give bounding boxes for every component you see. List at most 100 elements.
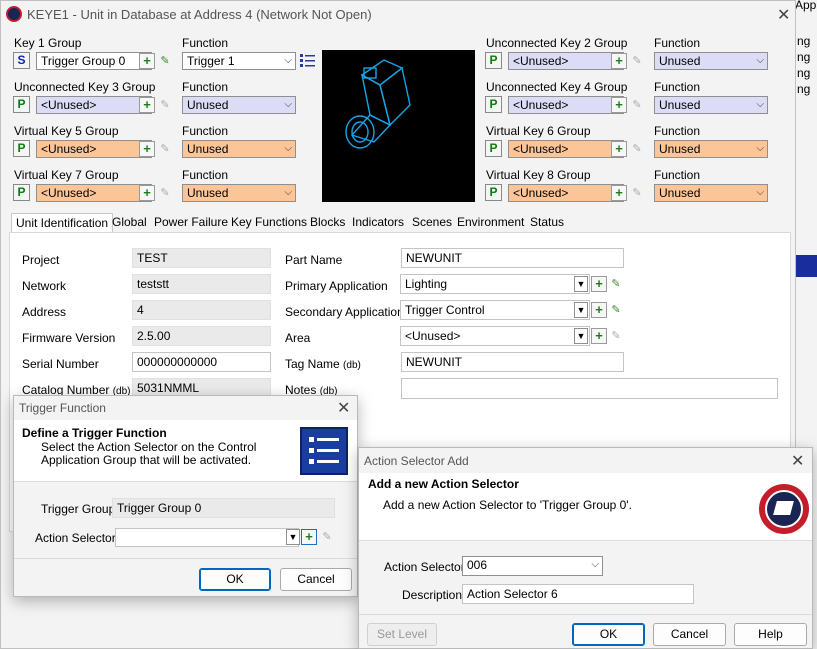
ident-edit-icon[interactable]: ✎ xyxy=(608,302,624,318)
tab-item[interactable]: Key Functions xyxy=(227,213,311,233)
key-group-edit-icon[interactable]: ✎ xyxy=(157,185,173,201)
ident-add-button[interactable]: + xyxy=(591,302,607,318)
key-group-value: <Unused> xyxy=(513,142,569,156)
key-group-add-button[interactable]: + xyxy=(139,97,155,113)
key-group-add-button[interactable]: + xyxy=(611,185,627,201)
key-group-edit-icon[interactable]: ✎ xyxy=(157,141,173,157)
key-group-edit-icon[interactable]: ✎ xyxy=(157,53,173,69)
ident-input[interactable]: NEWUNIT xyxy=(401,352,624,372)
action-selector-add-button[interactable]: + xyxy=(301,529,317,545)
key-type-button[interactable]: P xyxy=(485,140,502,157)
key-function-label: Function xyxy=(182,124,229,138)
key-type-button[interactable]: P xyxy=(13,96,30,113)
ident-field-label: Primary Application xyxy=(285,279,388,293)
trigger-dialog-close-icon[interactable]: ✕ xyxy=(337,398,350,418)
key-group-add-button[interactable]: + xyxy=(611,53,627,69)
main-close-icon[interactable]: ✕ xyxy=(777,5,790,25)
key-function-select[interactable]: Unused ⌵ xyxy=(654,140,768,158)
key-group-select[interactable]: <Unused>▼ xyxy=(508,52,624,70)
ident-add-button[interactable]: + xyxy=(591,276,607,292)
tab-item[interactable]: Global xyxy=(108,213,151,233)
key-function-label: Function xyxy=(654,168,701,182)
ident-field-value: teststt xyxy=(132,274,271,294)
ident-field-label: Project xyxy=(22,253,60,267)
tab-item[interactable]: Power Failure xyxy=(150,213,232,233)
tab-item[interactable]: Scenes xyxy=(408,213,456,233)
key-function-select[interactable]: Unused ⌵ xyxy=(182,140,296,158)
key-group-edit-icon[interactable]: ✎ xyxy=(157,97,173,113)
key-function-select[interactable]: Unused ⌵ xyxy=(182,96,296,114)
key-function-value: Trigger 1 xyxy=(187,54,235,68)
key-type-button[interactable]: P xyxy=(485,184,502,201)
set-level-button[interactable]: Set Level xyxy=(367,623,437,646)
ident-input[interactable]: NEWUNIT xyxy=(401,248,624,268)
key-function-select[interactable]: Unused ⌵ xyxy=(654,96,768,114)
key-group-select[interactable]: Trigger Group 0▼ xyxy=(36,52,152,70)
key-group-add-button[interactable]: + xyxy=(611,141,627,157)
key-function-value: Unused xyxy=(659,54,701,68)
tab-item[interactable]: Indicators xyxy=(348,213,408,233)
key-group-add-button[interactable]: + xyxy=(611,97,627,113)
ident-select[interactable]: <Unused> xyxy=(400,326,590,346)
action-selector-input[interactable] xyxy=(115,528,299,547)
key-group-edit-icon[interactable]: ✎ xyxy=(629,53,645,69)
key-function-select[interactable]: Unused ⌵ xyxy=(654,184,768,202)
add-dialog-close-icon[interactable]: ✕ xyxy=(791,451,804,471)
ident-select[interactable]: Trigger Control xyxy=(400,300,590,320)
key-group-add-button[interactable]: + xyxy=(139,53,155,69)
key-group-edit-icon[interactable]: ✎ xyxy=(629,141,645,157)
key-group-select[interactable]: <Unused>▼ xyxy=(508,140,624,158)
tab-item[interactable]: Blocks xyxy=(306,213,349,233)
key-group-select[interactable]: <Unused>▼ xyxy=(508,96,624,114)
action-selector-dropdown-icon[interactable]: ▼ xyxy=(286,529,300,545)
key-function-label: Function xyxy=(654,36,701,50)
key-type-button[interactable]: P xyxy=(485,96,502,113)
key-type-button[interactable]: S xyxy=(13,52,30,69)
dropdown-arrow-icon[interactable]: ▼ xyxy=(574,276,588,292)
key-function-select[interactable]: Trigger 1 ⌵ xyxy=(182,52,296,70)
key-function-label: Function xyxy=(654,80,701,94)
add-description-input[interactable]: Action Selector 6 xyxy=(462,584,694,604)
key-group-select[interactable]: <Unused>▼ xyxy=(36,140,152,158)
key-group-add-button[interactable]: + xyxy=(139,185,155,201)
chevron-down-icon: ⌵ xyxy=(591,559,599,570)
app-logo-icon xyxy=(759,484,809,534)
ident-field-value: 2.5.00 xyxy=(132,326,271,346)
chevron-down-icon: ⌵ xyxy=(756,55,764,66)
trigger-dialog-description: Select the Action Selector on the Contro… xyxy=(41,440,257,467)
key-type-button[interactable]: P xyxy=(13,140,30,157)
key-group-edit-icon[interactable]: ✎ xyxy=(629,185,645,201)
tab-item[interactable]: Environment xyxy=(453,213,528,233)
dropdown-arrow-icon[interactable]: ▼ xyxy=(574,302,588,318)
add-ok-button[interactable]: OK xyxy=(572,623,645,646)
key-group-add-button[interactable]: + xyxy=(139,141,155,157)
key-group-select[interactable]: <Unused>▼ xyxy=(36,96,152,114)
key-function-select[interactable]: Unused ⌵ xyxy=(182,184,296,202)
ident-edit-icon[interactable]: ✎ xyxy=(608,276,624,292)
add-action-selector-select[interactable]: 006 ⌵ xyxy=(462,556,603,576)
add-help-button[interactable]: Help xyxy=(734,623,807,646)
action-selector-edit-icon[interactable]: ✎ xyxy=(319,529,335,545)
key-type-button[interactable]: P xyxy=(13,184,30,201)
ident-add-button[interactable]: + xyxy=(591,328,607,344)
add-cancel-button[interactable]: Cancel xyxy=(653,623,726,646)
dropdown-arrow-icon[interactable]: ▼ xyxy=(574,328,588,344)
tab-item[interactable]: Status xyxy=(526,213,568,233)
key-group-edit-icon[interactable]: ✎ xyxy=(629,97,645,113)
chevron-down-icon: ⌵ xyxy=(756,187,764,198)
tab-item[interactable]: Unit Identification xyxy=(11,213,114,233)
key-group-select[interactable]: <Unused>▼ xyxy=(508,184,624,202)
function-list-icon[interactable] xyxy=(300,53,316,68)
ident-input[interactable] xyxy=(401,378,778,399)
trigger-cancel-button[interactable]: Cancel xyxy=(280,568,352,591)
add-action-selector-value: 006 xyxy=(467,558,488,572)
key-group-select[interactable]: <Unused>▼ xyxy=(36,184,152,202)
background-list-item: ng xyxy=(797,66,811,80)
key-function-select[interactable]: Unused ⌵ xyxy=(654,52,768,70)
ident-edit-icon[interactable]: ✎ xyxy=(608,328,624,344)
trigger-ok-button[interactable]: OK xyxy=(199,568,271,591)
ident-select[interactable]: Lighting xyxy=(400,274,590,294)
key-function-value: Unused xyxy=(659,186,701,200)
key-type-button[interactable]: P xyxy=(485,52,502,69)
key-function-value: Unused xyxy=(659,142,701,156)
